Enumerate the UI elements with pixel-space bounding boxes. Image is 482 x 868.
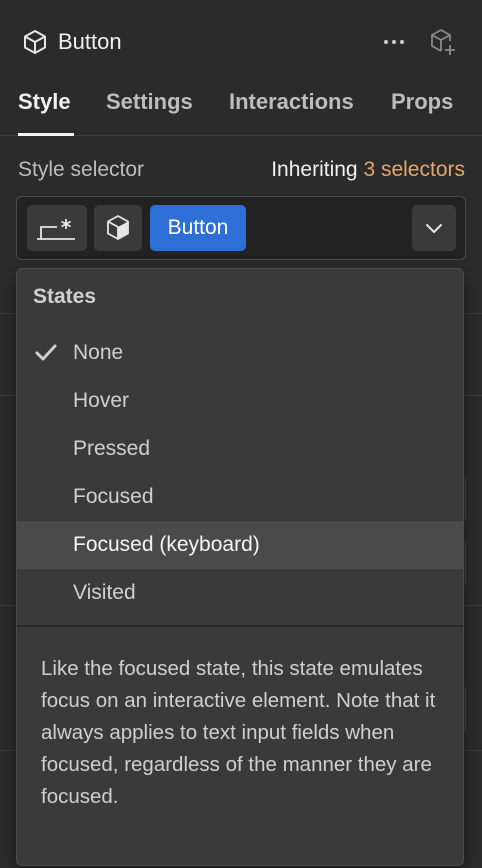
state-item-pressed[interactable]: Pressed (17, 425, 463, 473)
style-selector-label: Style selector (18, 158, 145, 181)
state-label: Focused (keyboard) (73, 533, 260, 556)
selector-dropdown-button[interactable] (412, 205, 456, 251)
element-title: Button (58, 29, 122, 54)
inheriting-selectors-link[interactable]: 3 selectors (363, 158, 465, 181)
component-selector-chip[interactable] (94, 205, 142, 251)
tab-props[interactable]: Props (391, 84, 453, 136)
chevron-down-icon (426, 224, 442, 233)
states-title: States (33, 285, 97, 308)
panel-tabs: Style Settings Interactions Props (0, 84, 482, 136)
add-component-icon[interactable] (428, 27, 458, 57)
global-tag-icon (37, 219, 75, 240)
component-cube-icon (107, 215, 129, 240)
states-dropdown: States None Hover Pressed Focused Focuse… (16, 268, 464, 866)
tab-settings[interactable]: Settings (106, 84, 193, 136)
state-label: None (73, 341, 124, 364)
dropdown-divider (17, 625, 463, 627)
more-horizontal-icon[interactable] (382, 28, 406, 56)
tab-interactions[interactable]: Interactions (229, 84, 354, 136)
state-label: Visited (73, 581, 136, 604)
style-selector-field[interactable]: Button (16, 196, 466, 260)
state-label: Hover (73, 389, 130, 412)
state-item-hover[interactable]: Hover (17, 377, 463, 425)
state-label: Pressed (73, 437, 151, 460)
tab-style[interactable]: Style (18, 84, 74, 136)
global-selector-chip[interactable] (27, 205, 87, 251)
state-description: Like the focused state, this state emula… (41, 657, 436, 808)
checkmark-icon (35, 344, 57, 361)
state-label: Focused (73, 485, 154, 508)
state-item-visited[interactable]: Visited (17, 569, 463, 617)
panel-header: Button (0, 0, 482, 84)
style-panel: Button Style Settings Interactions Props… (0, 0, 482, 868)
cube-icon (24, 30, 46, 54)
selected-class-chip[interactable]: Button (150, 205, 246, 251)
inheriting-info: Inheriting 3 selectors (271, 156, 465, 184)
state-item-none[interactable]: None (17, 329, 463, 377)
state-item-focused-keyboard[interactable]: Focused (keyboard) (17, 521, 463, 569)
state-item-focused[interactable]: Focused (17, 473, 463, 521)
inheriting-prefix: Inheriting (271, 158, 358, 181)
